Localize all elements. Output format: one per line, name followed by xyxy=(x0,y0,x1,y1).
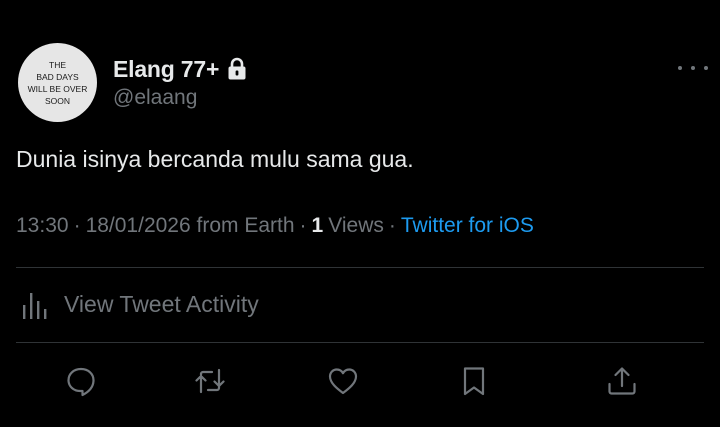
share-icon xyxy=(606,365,638,402)
reply-button[interactable] xyxy=(64,366,98,400)
views-label: Views xyxy=(328,214,384,237)
tweet-source-link[interactable]: Twitter for iOS xyxy=(401,214,534,238)
view-activity-button[interactable]: View Tweet Activity xyxy=(16,268,704,341)
lock-icon xyxy=(227,57,247,81)
bookmark-icon xyxy=(458,365,490,402)
view-activity-label: View Tweet Activity xyxy=(64,291,259,317)
bar-chart-icon xyxy=(20,289,52,321)
avatar[interactable]: THE BAD DAYS WILL BE OVER SOON xyxy=(18,43,97,122)
tweet-date[interactable]: 18/01/2026 from Earth xyxy=(86,214,295,238)
retweet-button[interactable] xyxy=(193,366,227,400)
tweet-text: Dunia isinya bercanda mulu sama gua. xyxy=(16,146,414,172)
avatar-text: THE BAD DAYS WILL BE OVER SOON xyxy=(27,59,88,106)
tweet-actions xyxy=(16,342,704,427)
tweet-time[interactable]: 13:30 xyxy=(16,214,69,238)
tweet: THE BAD DAYS WILL BE OVER SOON Elang 77+… xyxy=(0,0,720,427)
heart-icon xyxy=(327,365,359,402)
bookmark-button[interactable] xyxy=(457,366,491,400)
reply-icon xyxy=(65,365,97,402)
share-button[interactable] xyxy=(605,366,639,400)
views-count: 1 xyxy=(311,214,324,237)
author-name-row: Elang 77+ xyxy=(113,54,247,84)
meta-separator: · xyxy=(388,214,396,237)
display-name[interactable]: Elang 77+ xyxy=(113,56,219,83)
more-icon[interactable] xyxy=(678,61,708,75)
retweet-icon xyxy=(194,365,226,402)
meta-separator: · xyxy=(73,214,81,237)
like-button[interactable] xyxy=(326,366,360,400)
tweet-meta: 13:30 · 18/01/2026 from Earth · 1 Views … xyxy=(16,214,534,238)
handle[interactable]: @elaang xyxy=(113,86,197,110)
meta-separator: · xyxy=(299,214,307,237)
